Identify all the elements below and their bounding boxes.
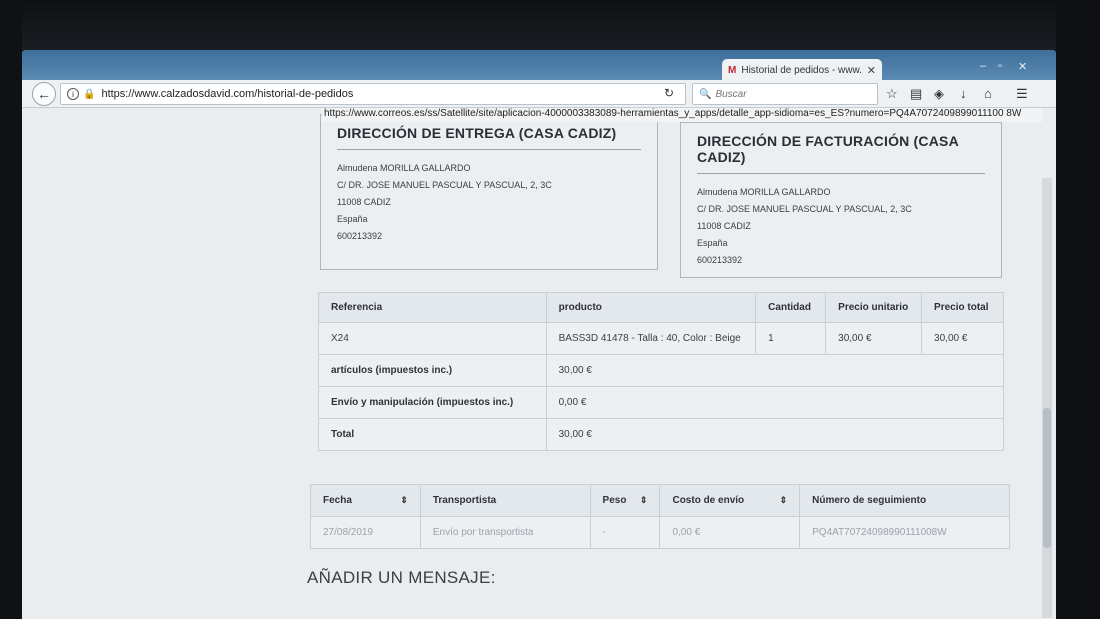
col-peso-label: Peso	[602, 495, 627, 506]
cell-unit-price: 30,00 €	[825, 322, 923, 355]
col-referencia: Referencia	[318, 292, 547, 323]
cell-qty: 1	[755, 322, 827, 355]
download-icon[interactable]: ↓	[960, 86, 967, 101]
products-header-row: Referencia producto Cantidad Precio unit…	[318, 292, 1004, 323]
col-cantidad: Cantidad	[755, 292, 827, 323]
col-costo-label: Costo de envío	[672, 495, 745, 506]
search-input[interactable]: 🔍 Buscar	[692, 83, 878, 105]
browser-window: M Historial de pedidos - www... ✕ – ▫ ✕ …	[22, 50, 1056, 619]
col-precio-total: Precio total	[921, 292, 1004, 323]
table-row: X24 BASS3D 41478 - Talla : 40, Color : B…	[318, 322, 1004, 355]
delivery-address-title: DIRECCIÓN DE ENTREGA (CASA CADIZ)	[337, 125, 641, 150]
col-precio-unitario: Precio unitario	[825, 292, 923, 323]
delivery-street: C/ DR. JOSE MANUEL PASCUAL Y PASCUAL, 2,…	[337, 180, 552, 190]
delivery-phone: 600213392	[337, 231, 383, 241]
summary-label: Total	[318, 418, 547, 451]
menu-icon[interactable]: ☰	[1016, 86, 1028, 102]
search-placeholder: Buscar	[715, 88, 747, 100]
summary-row-envio: Envío y manipulación (impuestos inc.) 0,…	[318, 386, 1005, 419]
sort-icon[interactable]: ⇕	[640, 495, 648, 506]
tab-title: Historial de pedidos - www...	[741, 64, 863, 76]
billing-city: 11008 CADIZ	[697, 221, 751, 231]
table-row: 27/08/2019 Envío por transportista - 0,0…	[310, 516, 1010, 549]
shipping-table: Fecha ⇕ Transportista Peso ⇕ Costo de enví…	[310, 484, 1010, 549]
favicon-icon: M	[728, 64, 737, 76]
delivery-address-box: DIRECCIÓN DE ENTREGA (CASA CADIZ) Almude…	[320, 114, 658, 270]
shipping-header-row: Fecha ⇕ Transportista Peso ⇕ Costo de enví…	[310, 484, 1010, 517]
add-message-title: AÑADIR UN MENSAJE:	[307, 568, 496, 587]
monitor-bezel-left	[0, 0, 22, 619]
cell-product: BASS3D 41478 - Talla : 40, Color : Beige	[545, 322, 757, 355]
url-text: https://www.calzadosdavid.com/historial-…	[101, 88, 354, 100]
back-button[interactable]: ←	[32, 82, 56, 106]
col-transportista: Transportista	[419, 484, 591, 517]
reload-icon[interactable]: ↻	[664, 86, 674, 100]
maximize-icon[interactable]: ▫	[998, 60, 1002, 72]
delivery-name: Almudena MORILLA GALLARDO	[337, 163, 471, 173]
billing-street: C/ DR. JOSE MANUEL PASCUAL Y PASCUAL, 2,…	[697, 204, 912, 214]
summary-label: Envío y manipulación (impuestos inc.)	[318, 386, 547, 419]
close-tab-icon[interactable]: ✕	[867, 64, 876, 77]
billing-address-title: DIRECCIÓN DE FACTURACIÓN (CASA CADIZ)	[697, 133, 985, 174]
url-bar[interactable]: i 🔒 https://www.calzadosdavid.com/histor…	[60, 83, 686, 105]
sort-icon[interactable]: ⇕	[400, 495, 408, 506]
monitor-bezel-top	[0, 0, 1100, 56]
cell-weight: -	[589, 516, 661, 549]
tab-historial[interactable]: M Historial de pedidos - www... ✕	[722, 59, 882, 81]
col-fecha[interactable]: Fecha ⇕	[310, 484, 421, 517]
billing-phone: 600213392	[697, 255, 743, 265]
minimize-icon[interactable]: –	[980, 60, 986, 72]
col-costo-envio[interactable]: Costo de envío ⇕	[659, 484, 801, 517]
search-icon: 🔍	[699, 88, 712, 100]
col-peso[interactable]: Peso ⇕	[589, 484, 661, 517]
billing-name: Almudena MORILLA GALLARDO	[697, 187, 831, 197]
reading-list-icon[interactable]: ▤	[910, 86, 922, 102]
bookmark-star-icon[interactable]: ☆	[886, 86, 898, 102]
col-numero-seguimiento: Número de seguimiento	[799, 484, 1010, 517]
info-icon[interactable]: i	[67, 88, 79, 100]
cell-date: 27/08/2019	[310, 516, 421, 549]
arrow-left-icon: ←	[37, 86, 51, 102]
delivery-country: España	[337, 214, 368, 224]
col-fecha-label: Fecha	[323, 495, 352, 506]
navigation-bar: ← i 🔒 https://www.calzadosdavid.com/hist…	[22, 80, 1056, 108]
page-content: DIRECCIÓN DE ENTREGA (CASA CADIZ) Almude…	[22, 108, 1056, 619]
cell-total-price: 30,00 €	[921, 322, 1004, 355]
summary-value: 30,00 €	[545, 354, 1005, 387]
summary-label: artículos (impuestos inc.)	[318, 354, 547, 387]
summary-row-total: Total 30,00 €	[318, 418, 1005, 451]
status-url-tooltip: https://www.correos.es/ss/Satellite/site…	[322, 108, 1042, 122]
home-icon[interactable]: ⌂	[984, 86, 992, 101]
pocket-icon[interactable]: ◈	[934, 86, 944, 102]
col-producto: producto	[545, 292, 757, 323]
tracking-number-link[interactable]: PQ4AT70724098990111008W	[799, 516, 1010, 549]
summary-value: 30,00 €	[545, 418, 1005, 451]
cell-carrier: Envío por transportista	[419, 516, 591, 549]
billing-address-box: DIRECCIÓN DE FACTURACIÓN (CASA CADIZ) Al…	[680, 122, 1002, 278]
lock-icon: 🔒	[83, 88, 96, 100]
tab-strip: M Historial de pedidos - www... ✕ – ▫ ✕	[22, 50, 1056, 81]
sort-icon[interactable]: ⇕	[780, 495, 788, 506]
cell-ref: X24	[318, 322, 547, 355]
cell-cost: 0,00 €	[659, 516, 801, 549]
summary-row-articulos: artículos (impuestos inc.) 30,00 €	[318, 354, 1005, 387]
delivery-city: 11008 CADIZ	[337, 197, 391, 207]
scrollbar-thumb[interactable]	[1043, 408, 1051, 548]
products-table: Referencia producto Cantidad Precio unit…	[318, 292, 1005, 451]
scrollbar[interactable]	[1042, 178, 1052, 618]
summary-value: 0,00 €	[545, 386, 1005, 419]
billing-country: España	[697, 238, 728, 248]
window-close-icon[interactable]: ✕	[1018, 60, 1027, 73]
monitor-bezel-right	[1056, 0, 1100, 619]
